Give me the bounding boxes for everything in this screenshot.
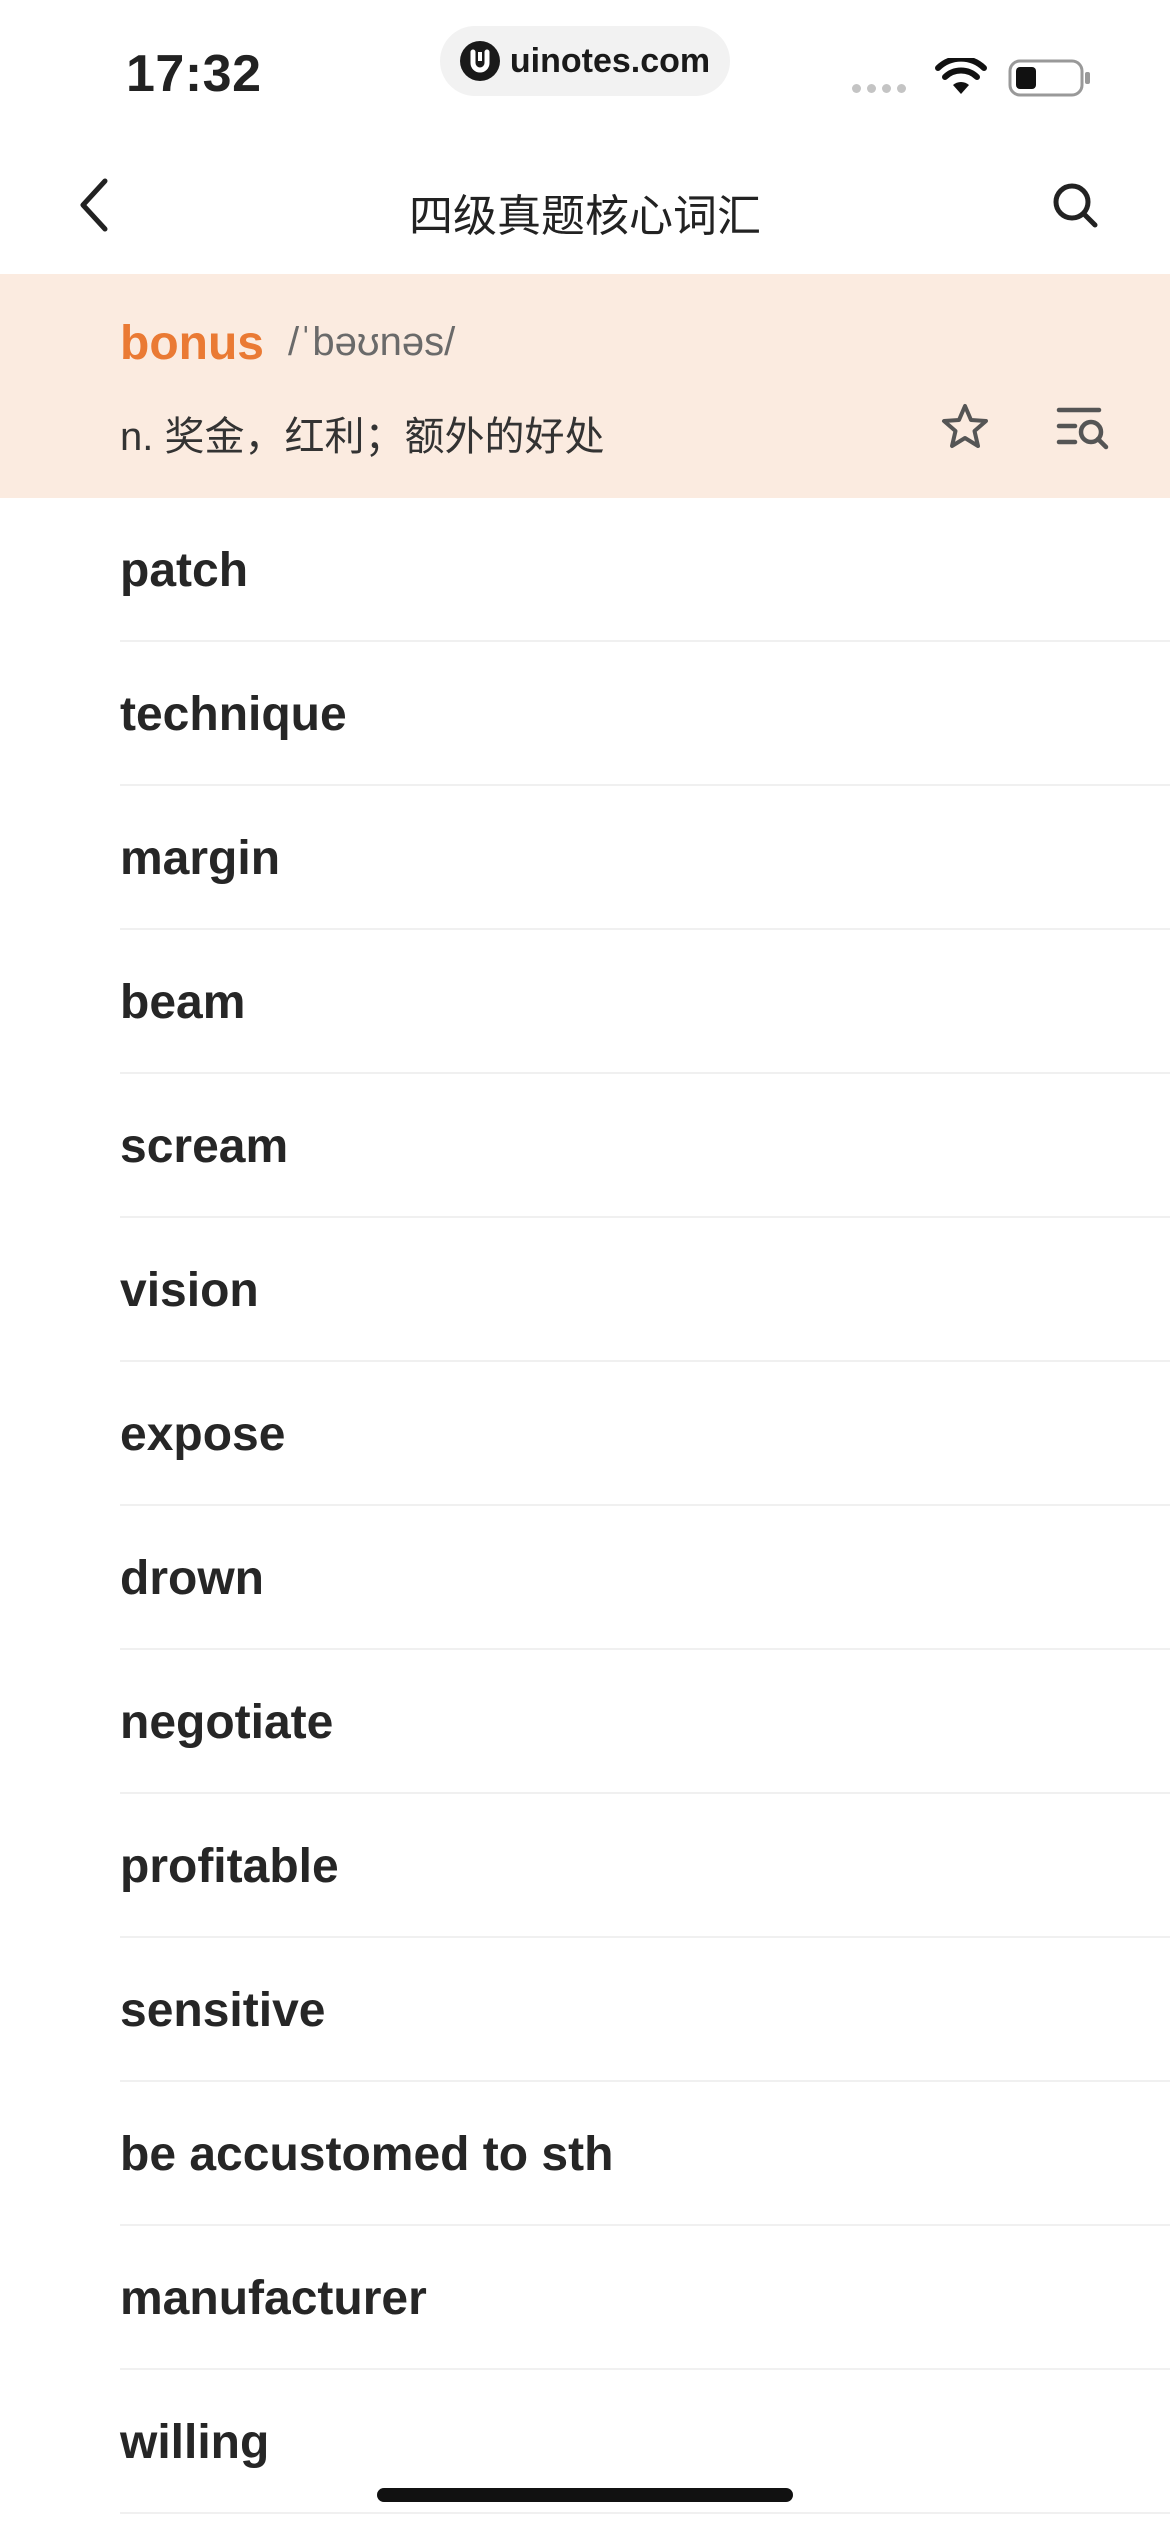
site-logo-icon	[459, 41, 500, 81]
word-list-item[interactable]: be accustomed to sth	[120, 2082, 1170, 2226]
word-list-item[interactable]: patch	[120, 498, 1170, 642]
search-icon	[1053, 183, 1098, 228]
word-list-item[interactable]: vision	[120, 1218, 1170, 1362]
word-label: sensitive	[120, 1983, 326, 2037]
page-title: 四级真题核心词汇	[409, 192, 761, 241]
signal-icon	[852, 84, 906, 93]
current-word-phonetic: /ˈbəʊnəs/	[288, 320, 456, 364]
url-pill[interactable]: uinotes.com	[440, 26, 730, 96]
word-list-item[interactable]: technique	[120, 642, 1170, 786]
word-label: profitable	[120, 1839, 339, 1893]
word-label: beam	[120, 975, 246, 1029]
word-list-item[interactable]: sensitive	[120, 1938, 1170, 2082]
word-list-item[interactable]: beam	[120, 930, 1170, 1074]
word-label: technique	[120, 687, 347, 741]
word-list-item[interactable]: scream	[120, 1074, 1170, 1218]
list-search-button[interactable]	[1048, 392, 1118, 462]
nav-bar: 四级真题核心词汇	[0, 140, 1170, 274]
word-list-item[interactable]: expose	[120, 1362, 1170, 1506]
current-word-card[interactable]: bonus /ˈbəʊnəs/ n. 奖金，红利；额外的好处	[0, 274, 1170, 498]
current-word-definition: n. 奖金，红利；额外的好处	[120, 415, 605, 459]
search-button[interactable]	[1040, 170, 1110, 240]
word-list: patch technique margin beam scream visio…	[0, 498, 1170, 2514]
word-list-item[interactable]: profitable	[120, 1794, 1170, 1938]
battery-icon	[1008, 58, 1092, 103]
word-label: manufacturer	[120, 2271, 427, 2325]
word-list-item[interactable]: negotiate	[120, 1650, 1170, 1794]
word-label: be accustomed to sth	[120, 2127, 614, 2181]
url-text: uinotes.com	[509, 41, 711, 80]
word-label: willing	[120, 2415, 270, 2469]
current-word: bonus	[120, 317, 264, 370]
word-label: expose	[120, 1407, 286, 1461]
word-list-item[interactable]: manufacturer	[120, 2226, 1170, 2370]
favorite-button[interactable]	[930, 392, 1000, 462]
word-label: vision	[120, 1263, 259, 1317]
list-search-icon	[1056, 407, 1109, 450]
word-label: drown	[120, 1551, 264, 1605]
status-time: 17:32	[126, 45, 262, 103]
word-list-item[interactable]: margin	[120, 786, 1170, 930]
word-label: scream	[120, 1119, 289, 1173]
word-label: patch	[120, 543, 249, 597]
word-label: margin	[120, 831, 281, 885]
word-list-item[interactable]: drown	[120, 1506, 1170, 1650]
star-outline-icon	[942, 404, 988, 448]
wifi-icon	[935, 55, 987, 101]
status-bar: 17:32 uinotes.com	[0, 0, 1170, 140]
word-label: negotiate	[120, 1695, 334, 1749]
home-indicator[interactable]	[377, 2488, 793, 2502]
